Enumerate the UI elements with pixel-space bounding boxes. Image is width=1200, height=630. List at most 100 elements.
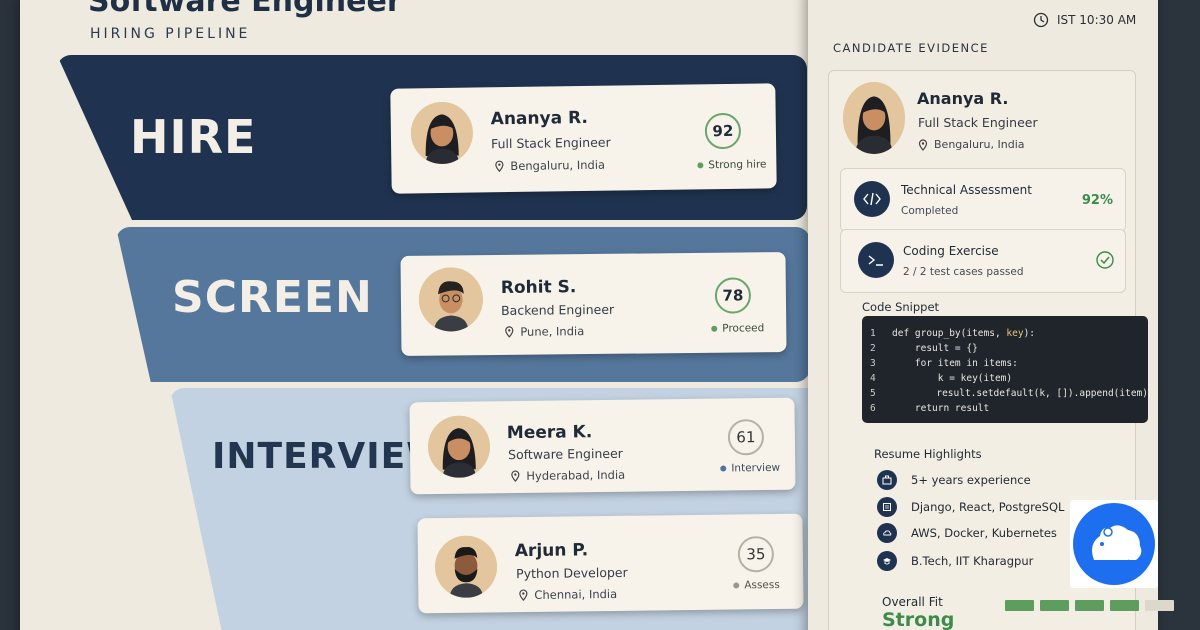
assessment-status: 2 / 2 test cases passed xyxy=(903,266,1024,278)
resume-item: Django, React, PostgreSQL xyxy=(877,497,1064,517)
score-ring: 61 xyxy=(727,419,765,456)
code-text: for item in items: xyxy=(892,358,1018,369)
technical-assessment-row[interactable]: Technical Assessment Completed 92% xyxy=(840,168,1126,232)
hamster-logo xyxy=(1070,500,1158,588)
fit-meter-segment xyxy=(1075,600,1104,611)
line-number: 4 xyxy=(870,373,876,384)
location-pin-icon xyxy=(495,160,504,173)
code-line: 5 result.setdefault(k, []).append(item) xyxy=(870,386,1148,401)
code-icon xyxy=(854,181,890,217)
code-text: ): xyxy=(1023,328,1036,339)
evidence-avatar xyxy=(843,82,905,154)
terminal-icon xyxy=(858,242,894,278)
status-badge: Proceed xyxy=(711,322,764,335)
clock-time: IST 10:30 AM xyxy=(1057,13,1137,27)
fit-meter xyxy=(1005,600,1174,611)
code-highlight: key xyxy=(1006,328,1024,339)
resume-highlights-label: Resume Highlights xyxy=(874,447,982,461)
status-dot xyxy=(711,325,718,332)
location-pin-icon xyxy=(505,326,514,338)
resume-item: 5+ years experience xyxy=(877,470,1031,490)
fit-meter-segment xyxy=(1110,600,1139,611)
code-snippet-label: Code Snippet xyxy=(862,300,940,314)
fit-meter-segment xyxy=(1040,600,1069,611)
cloud-icon xyxy=(877,523,897,543)
resume-item-text: AWS, Docker, Kubernetes xyxy=(911,526,1057,540)
status-badge: Assess xyxy=(733,579,780,592)
code-line: 1 def group_by(items, key): xyxy=(870,326,1148,341)
hamster-logo-icon xyxy=(1073,503,1155,585)
status-badge: Interview xyxy=(720,462,780,475)
line-number: 2 xyxy=(870,343,876,354)
code-text: result = {} xyxy=(892,343,978,354)
score-ring: 35 xyxy=(737,536,775,573)
code-line: 4 k = key(item) xyxy=(870,371,1148,386)
code-snippet[interactable]: 1 def group_by(items, key): 2 result = {} 3… xyxy=(862,316,1148,423)
panel-heading: CANDIDATE EVIDENCE xyxy=(833,41,989,55)
avatar xyxy=(427,415,491,479)
stack-icon xyxy=(877,497,897,517)
fit-meter-segment xyxy=(1145,600,1174,611)
score-ring: 78 xyxy=(714,277,752,314)
status-dot xyxy=(720,465,727,472)
candidate-role: Backend Engineer xyxy=(500,301,615,318)
code-text: def group_by(items, xyxy=(892,328,1007,339)
evidence-location-text: Bengaluru, India xyxy=(934,138,1025,151)
score-ring: 92 xyxy=(704,112,742,150)
avatar xyxy=(410,101,474,165)
evidence-name: Ananya R. xyxy=(917,89,1009,108)
avatar xyxy=(418,267,484,332)
candidate-location: Hyderabad, India xyxy=(510,468,625,483)
code-text: result.setdefault(k, []).append(item) xyxy=(890,388,1148,399)
candidate-location-text: Pune, India xyxy=(520,324,585,339)
candidate-role: Python Developer xyxy=(516,564,628,582)
graduation-icon xyxy=(877,551,897,571)
candidate-role: Full Stack Engineer xyxy=(490,134,611,152)
resume-item: AWS, Docker, Kubernetes xyxy=(877,523,1057,543)
coding-exercise-row[interactable]: Coding Exercise 2 / 2 test cases passed xyxy=(840,229,1126,293)
fit-meter-segment xyxy=(1005,600,1034,611)
code-line: 3 for item in items: xyxy=(870,356,1148,371)
page-subtitle: HIRING PIPELINE xyxy=(90,26,251,42)
evidence-location: Bengaluru, India xyxy=(918,138,1025,151)
candidate-card-meera[interactable]: Meera K. Software Engineer Hyderabad, In… xyxy=(409,397,796,495)
status-badge: Strong hire xyxy=(697,158,767,172)
status-text: Interview xyxy=(731,461,781,475)
evidence-role: Full Stack Engineer xyxy=(918,115,1038,130)
candidate-name: Ananya R. xyxy=(490,107,589,130)
overall-fit-value: Strong xyxy=(882,609,955,630)
resume-item-text: 5+ years experience xyxy=(911,473,1031,487)
overall-fit-label: Overall Fit xyxy=(882,595,943,609)
candidate-location: Pune, India xyxy=(504,324,584,339)
line-number: 6 xyxy=(870,403,876,414)
location-pin-icon xyxy=(918,138,928,151)
candidate-location: Bengaluru, India xyxy=(494,158,605,174)
page-title: Software Engineer xyxy=(88,0,402,19)
code-text: k = key(item) xyxy=(892,373,1013,384)
candidate-location-text: Chennai, India xyxy=(534,586,618,602)
status-dot xyxy=(697,162,704,169)
status-text: Assess xyxy=(744,578,780,592)
code-text: return result xyxy=(892,403,990,414)
candidate-role: Software Engineer xyxy=(508,445,623,463)
line-number: 3 xyxy=(870,358,876,369)
candidate-card-arjun[interactable]: Arjun P. Python Developer Chennai, India… xyxy=(417,513,804,614)
candidate-location-text: Bengaluru, India xyxy=(510,157,606,174)
candidate-card-rohit[interactable]: Rohit S. Backend Engineer Pune, India 78… xyxy=(400,251,787,357)
status-text: Proceed xyxy=(722,322,765,335)
candidate-location-text: Hyderabad, India xyxy=(526,467,626,483)
clock-icon xyxy=(1033,12,1049,28)
location-pin-icon xyxy=(511,470,520,482)
location-pin-icon xyxy=(519,589,528,601)
code-line: 6 return result xyxy=(870,401,1148,416)
assessment-score: 92% xyxy=(1081,193,1113,208)
line-number: 5 xyxy=(870,388,876,399)
candidate-card-ananya[interactable]: Ananya R. Full Stack Engineer Bengaluru,… xyxy=(390,83,777,194)
check-circle-icon xyxy=(1096,251,1114,269)
status-text: Strong hire xyxy=(708,158,767,172)
resume-item-text: B.Tech, IIT Kharagpur xyxy=(911,554,1034,568)
assessment-title: Technical Assessment xyxy=(901,183,1032,197)
assessment-status: Completed xyxy=(901,205,959,217)
avatar xyxy=(434,535,498,599)
code-line: 2 result = {} xyxy=(870,341,1148,356)
